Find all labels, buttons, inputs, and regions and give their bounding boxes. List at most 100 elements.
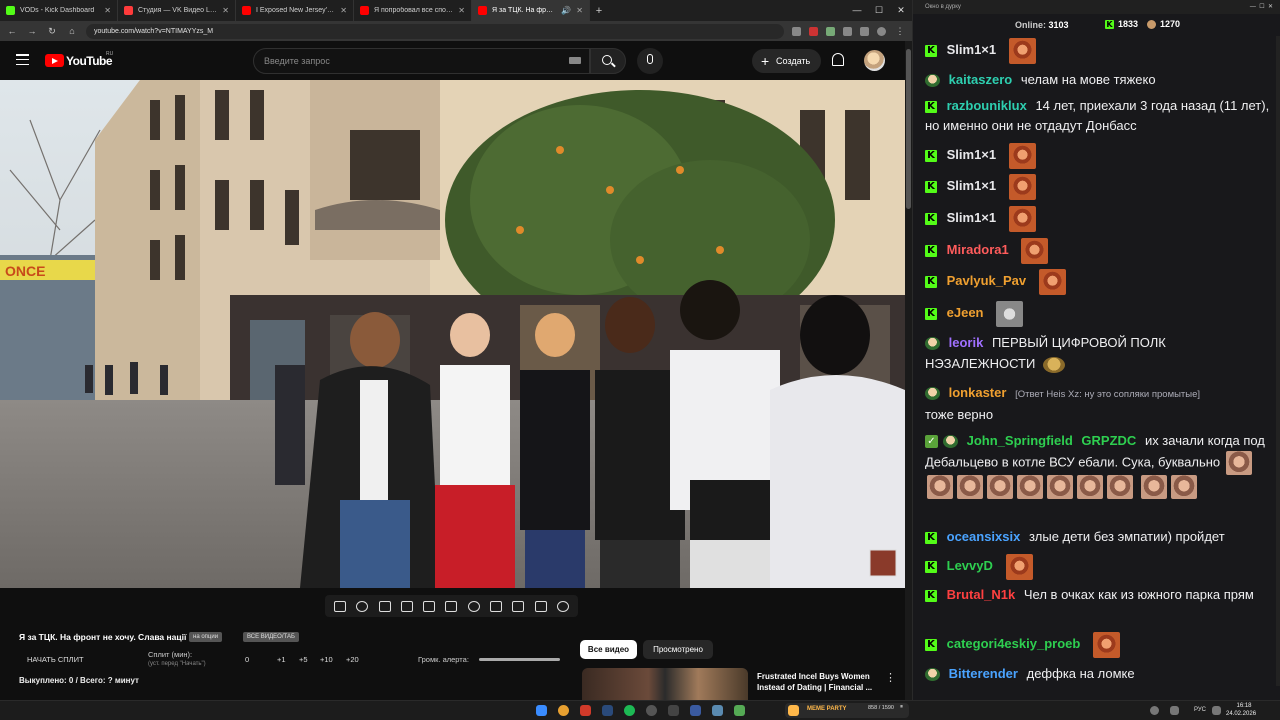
spotify-icon[interactable] [624, 705, 635, 716]
extension-icon[interactable] [843, 26, 852, 36]
split-add-5-button[interactable]: +5 [299, 655, 308, 664]
screen-icon[interactable] [445, 600, 458, 612]
chrome-icon[interactable] [558, 705, 569, 716]
close-icon[interactable]: ✕ [104, 6, 111, 15]
chat-username[interactable]: Miradora1 [947, 242, 1009, 257]
window-controls[interactable]: — ☐ ✕ [1250, 0, 1273, 14]
media-controls[interactable]: ⏸ [900, 704, 903, 711]
split-add-20-button[interactable]: +20 [346, 655, 359, 664]
split-add-10-button[interactable]: +10 [320, 655, 333, 664]
loop-icon[interactable] [334, 600, 347, 612]
home-icon[interactable]: ⌂ [66, 26, 78, 36]
chat-username[interactable]: oceansixsix [947, 529, 1021, 544]
flask-icon[interactable] [534, 600, 547, 612]
close-icon[interactable]: ✕ [890, 0, 912, 21]
chat-username[interactable]: razbouniklux [947, 98, 1027, 113]
speaker-icon[interactable]: 🔊 [561, 6, 571, 15]
search-button[interactable] [590, 48, 626, 74]
keyboard-icon[interactable] [569, 57, 581, 64]
steam-icon[interactable] [602, 705, 613, 716]
chat-username[interactable]: John_Springfield [967, 433, 1073, 448]
recommended-video-title[interactable]: Frustrated Incel Buys Women Instead of D… [757, 671, 882, 693]
clock-date[interactable]: 24.02.2026 [1226, 711, 1256, 717]
chat-mention[interactable]: GRPZDC [1081, 433, 1136, 448]
hamburger-menu-icon[interactable] [16, 54, 29, 65]
close-icon[interactable]: ✕ [340, 6, 347, 15]
chat-username[interactable]: categori4eskiy_proeb [947, 636, 1081, 651]
recommended-video-thumbnail[interactable] [582, 668, 748, 700]
chat-username[interactable]: Brutal_N1k [947, 587, 1016, 602]
settings-video-icon[interactable] [378, 600, 391, 612]
chat-username[interactable]: kaitaszero [949, 72, 1013, 87]
chat-username[interactable]: leorik [949, 335, 984, 350]
tab-kick-dashboard[interactable]: VODs - Kick Dashboard ✕ [0, 0, 118, 21]
close-icon[interactable]: ✕ [576, 6, 583, 15]
chat-username[interactable]: Bitterender [949, 666, 1018, 681]
chat-username[interactable]: Slim1×1 [947, 178, 997, 193]
forward-icon[interactable]: → [26, 26, 38, 36]
add-clip-icon[interactable] [489, 600, 502, 612]
chat-username[interactable]: Slim1×1 [947, 42, 997, 57]
tab-youtube-1[interactable]: I Exposed New Jersey's Jewish ✕ [236, 0, 354, 21]
youtube-logo-icon[interactable] [45, 54, 64, 67]
chat-username[interactable]: LevvyD [947, 558, 993, 573]
tag-badge[interactable]: ВСЕ ВИДЕО/ТАБ [243, 632, 299, 642]
chat-username[interactable]: eJeen [947, 305, 984, 320]
create-button[interactable]: + Создать [752, 49, 821, 73]
profile-icon[interactable] [877, 26, 886, 36]
notifications-bell-icon[interactable] [832, 53, 844, 66]
search-input[interactable]: Введите запрос [253, 48, 590, 74]
tray-icon[interactable] [1150, 706, 1159, 715]
chat-username[interactable]: Slim1×1 [947, 147, 997, 162]
gear-icon[interactable] [556, 600, 569, 612]
minimize-icon[interactable]: — [846, 0, 868, 21]
windows-start-icon[interactable] [536, 705, 547, 716]
reload-icon[interactable]: ↻ [46, 26, 58, 37]
chat-username[interactable]: Slim1×1 [947, 210, 997, 225]
app-icon[interactable] [690, 705, 701, 716]
start-split-button[interactable]: НАЧАТЬ СПЛИТ [27, 655, 84, 664]
maximize-icon[interactable]: ☐ [868, 0, 890, 21]
chip-watched[interactable]: Просмотрено [643, 640, 713, 659]
app-icon[interactable] [712, 705, 723, 716]
new-tab-button[interactable]: + [590, 5, 608, 17]
app-icon[interactable] [734, 705, 745, 716]
back-icon[interactable]: ← [6, 26, 18, 36]
tab-youtube-active[interactable]: Я за ТЦК. На фронт не хоч 🔊 ✕ [472, 0, 590, 21]
youtube-favicon-icon [478, 6, 487, 15]
voice-search-button[interactable] [637, 48, 663, 74]
extension-icon[interactable] [792, 26, 801, 36]
close-icon[interactable]: ✕ [222, 6, 229, 15]
avatar[interactable] [864, 50, 885, 71]
speed-icon[interactable] [467, 600, 480, 612]
tab-vk-studio[interactable]: Студия — VK Видео Live ✕ [118, 0, 236, 21]
chip-all-videos[interactable]: Все видео [580, 640, 637, 659]
network-icon[interactable] [1170, 706, 1179, 715]
tab-youtube-2[interactable]: Я попробовал все способы б ✕ [354, 0, 472, 21]
video-player[interactable]: ONCE [0, 80, 905, 588]
chat-username[interactable]: Pavlyuk_Pav [947, 273, 1027, 288]
browser-menu-icon[interactable]: ⋮ [894, 26, 906, 37]
more-options-icon[interactable]: ⋮ [885, 671, 896, 684]
film-icon[interactable] [400, 600, 413, 612]
camera-icon[interactable] [512, 600, 525, 612]
broadcast-icon[interactable] [356, 600, 369, 612]
app-icon[interactable] [580, 705, 591, 716]
language-indicator[interactable]: РУС [1194, 707, 1206, 713]
app-icon[interactable] [646, 705, 657, 716]
tag-badge[interactable]: на опции [189, 632, 223, 642]
chat-scrollbar[interactable] [1276, 36, 1280, 686]
clock-time[interactable]: 16:18 [1228, 703, 1260, 709]
picture-in-picture-icon[interactable] [423, 600, 436, 612]
obs-icon[interactable] [668, 705, 679, 716]
split-add-1-button[interactable]: +1 [277, 655, 286, 664]
extension-icon[interactable] [809, 26, 818, 36]
extension-icon[interactable] [826, 26, 835, 36]
download-icon[interactable] [860, 26, 869, 36]
chat-username[interactable]: lonkaster [949, 385, 1007, 400]
url-field[interactable]: youtube.com/watch?v=NTIMAYYzs_M [86, 23, 784, 39]
alert-volume-slider[interactable] [479, 658, 560, 661]
close-icon[interactable]: ✕ [458, 6, 465, 15]
volume-icon[interactable] [1212, 706, 1221, 715]
page-scrollbar[interactable] [905, 41, 912, 700]
